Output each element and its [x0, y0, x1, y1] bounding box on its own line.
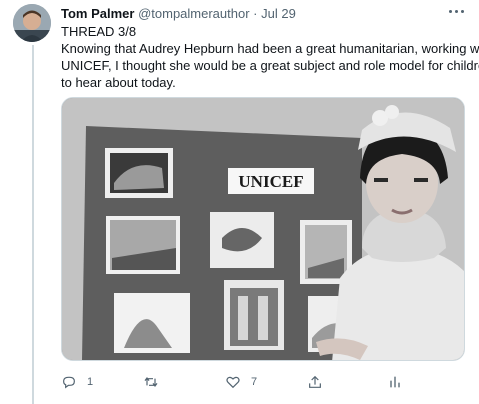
more-dot-icon — [455, 10, 458, 13]
retweet-icon — [144, 377, 158, 387]
share-icon — [309, 375, 321, 388]
more-dot-icon — [449, 10, 452, 13]
thread-connector-line — [32, 45, 34, 404]
more-dot-icon — [461, 10, 464, 13]
avatar-image — [13, 4, 51, 42]
heart-icon — [226, 376, 240, 389]
header-separator: · — [253, 6, 258, 21]
tweet-text: THREAD 3/8 Knowing that Audrey Hepburn h… — [61, 23, 479, 91]
like-button[interactable]: 7 — [225, 372, 257, 392]
retweet-button[interactable] — [143, 372, 169, 392]
tweet-actions-bar: 1 7 — [61, 372, 465, 392]
reply-button[interactable]: 1 — [61, 372, 93, 392]
more-options-button[interactable] — [447, 3, 467, 19]
tweet-text-line: Knowing that Audrey Hepburn had been a g… — [61, 41, 479, 56]
author-handle[interactable]: @tompalmerauthor — [138, 6, 249, 21]
tweet-date[interactable]: Jul 29 — [261, 6, 296, 21]
tweet-text-line: THREAD 3/8 — [61, 24, 137, 39]
tweet-header: Tom Palmer @tompalmerauthor · Jul 29 — [61, 6, 469, 24]
author-avatar[interactable] — [13, 4, 51, 42]
analytics-icon — [390, 376, 400, 388]
unicef-sign-text: UNICEF — [238, 172, 303, 191]
tweet-text-line: to hear about today. — [61, 75, 176, 90]
analytics-button[interactable] — [387, 372, 403, 392]
like-count: 7 — [251, 376, 258, 388]
reply-icon — [63, 376, 75, 389]
reply-count: 1 — [87, 376, 94, 388]
tweet-text-line: UNICEF, I thought she would be a great s… — [61, 58, 479, 73]
photo-image: UNICEF — [62, 98, 464, 360]
author-name[interactable]: Tom Palmer — [61, 6, 134, 21]
share-button[interactable] — [307, 372, 323, 392]
tweet-photo[interactable]: UNICEF — [61, 97, 465, 361]
